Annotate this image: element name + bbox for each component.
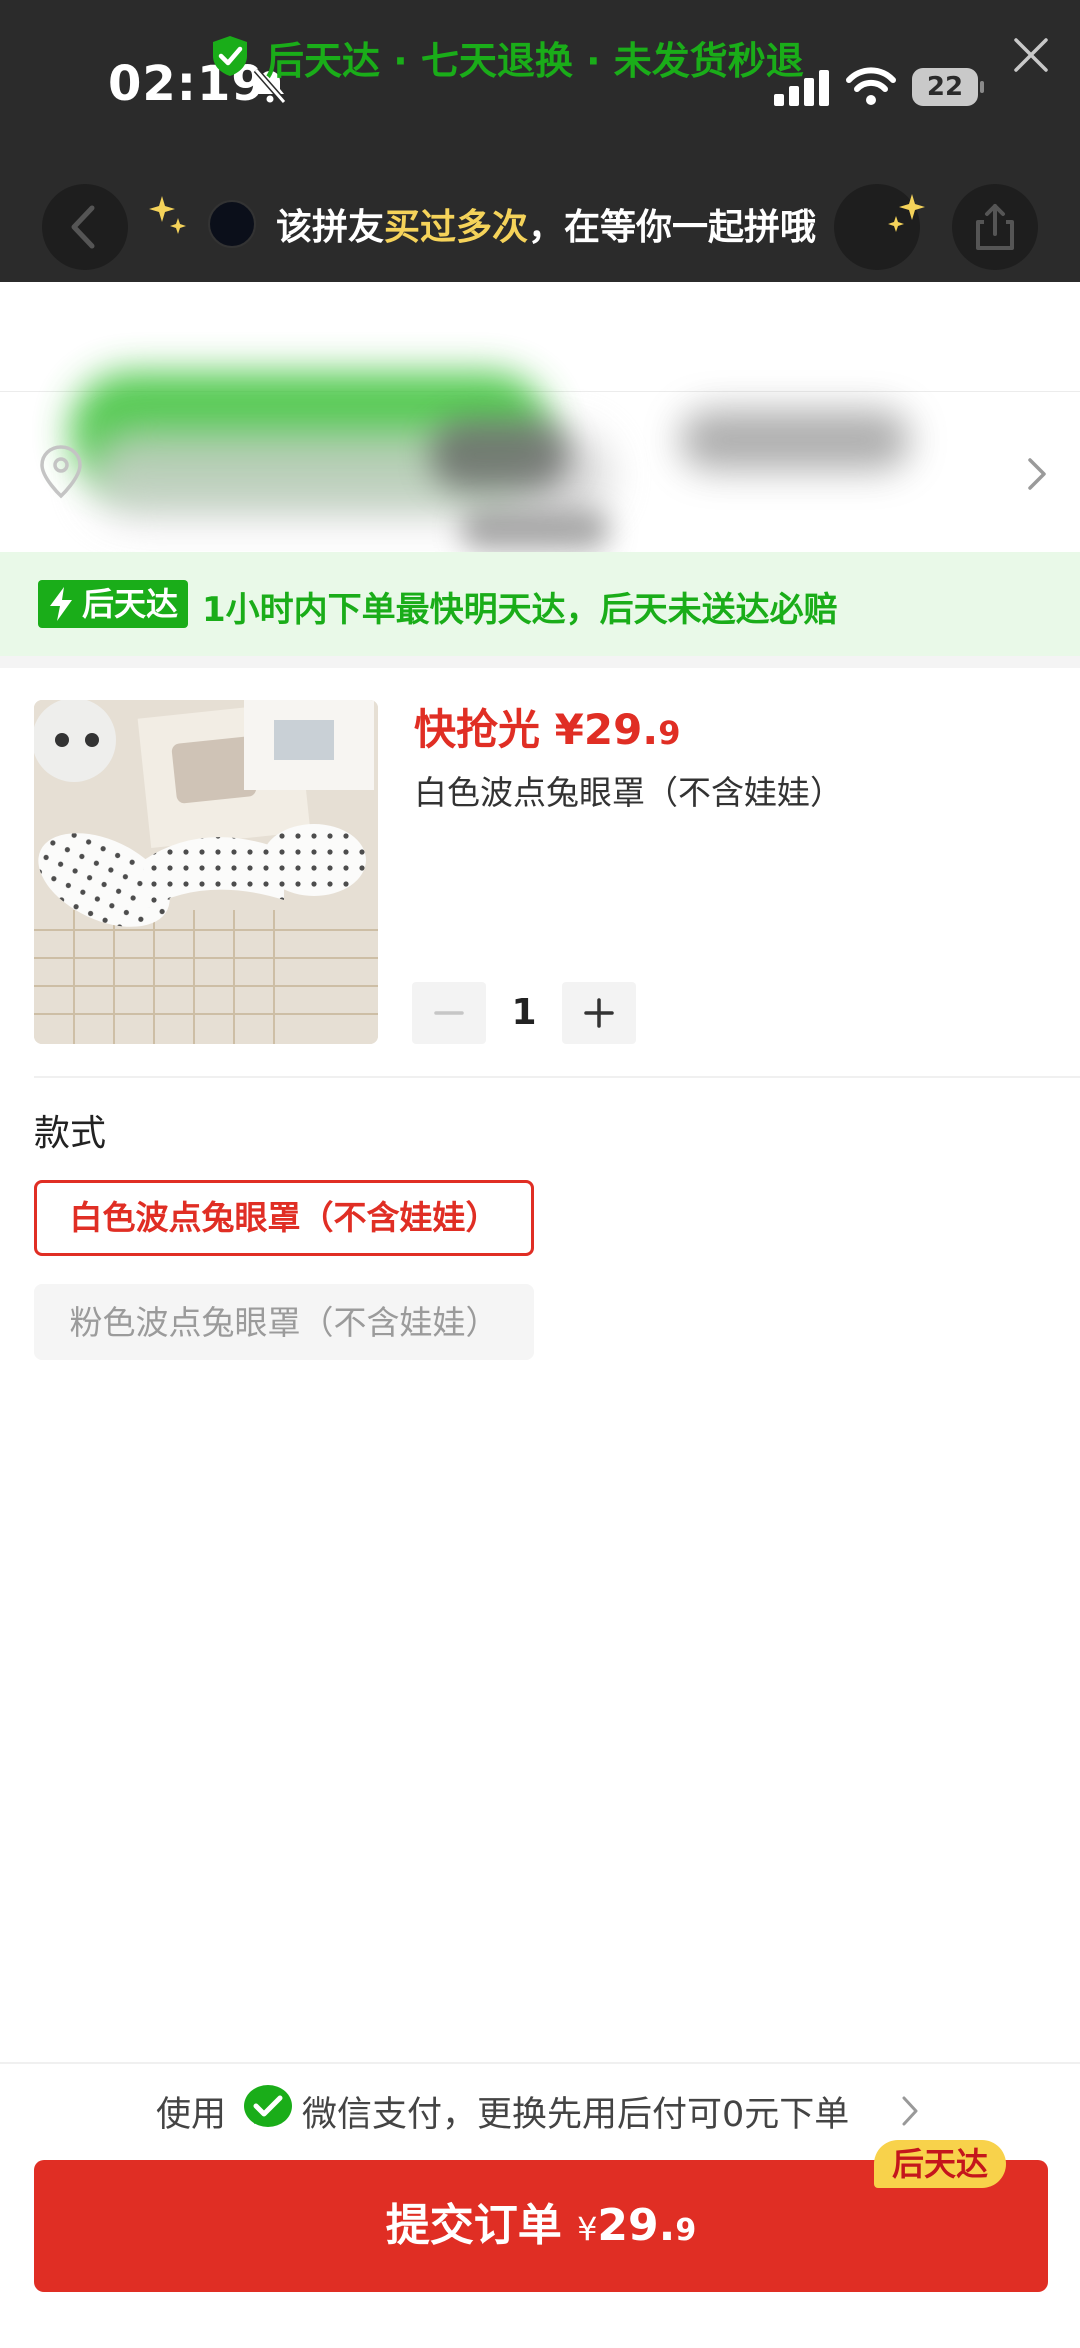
chevron-right-icon[interactable] xyxy=(1022,454,1052,494)
delivery-badge: 后天达 xyxy=(38,580,189,628)
share-button[interactable] xyxy=(952,184,1038,270)
sparkle-icon xyxy=(149,196,186,234)
section-divider xyxy=(34,1076,1080,1078)
guarantee-text: 后天达 · 七天退换 · 未发货秒退 xyxy=(266,39,804,83)
quantity-increase-button[interactable] xyxy=(562,982,636,1044)
style-option-pink[interactable]: 粉色波点兔眼罩（不含娃娃） xyxy=(34,1284,534,1360)
product-photo xyxy=(34,700,378,1044)
style-label: 款式 xyxy=(34,1113,107,1154)
product-name: 白色波点兔眼罩（不含娃娃） xyxy=(414,773,843,812)
payment-prefix: 使用 xyxy=(156,2095,227,2135)
buyer-avatar xyxy=(208,200,256,248)
lightning-icon xyxy=(50,587,72,621)
address-redaction xyxy=(460,510,610,550)
payment-text: 微信支付，更换先用后付可0元下单 xyxy=(302,2095,850,2135)
share-icon xyxy=(976,204,1014,250)
delivery-badge: 后天达 xyxy=(874,2140,1007,2188)
wifi-icon xyxy=(846,67,896,105)
battery-level: 22 xyxy=(926,72,964,102)
location-pin-icon xyxy=(40,445,82,499)
wechat-pay-icon xyxy=(244,2085,292,2127)
close-icon[interactable] xyxy=(1010,34,1052,76)
bottom-divider xyxy=(0,2062,1080,2064)
section-divider xyxy=(0,656,1080,668)
battery-indicator: 22 xyxy=(912,68,984,106)
delivery-text: 1小时内下单最快明天达，后天未送达必赔 xyxy=(202,590,838,630)
back-button[interactable] xyxy=(42,184,128,270)
shield-check-icon xyxy=(213,36,247,76)
chevron-right-icon xyxy=(902,2096,918,2126)
buyer-message: 该拼友买过多次，在等你一起拼哦 xyxy=(276,207,817,248)
chevron-left-icon xyxy=(71,205,95,249)
minus-icon xyxy=(434,1011,464,1015)
address-redaction xyxy=(680,410,910,470)
style-option-white[interactable]: 白色波点兔眼罩（不含娃娃） xyxy=(34,1180,534,1256)
sparkle-icon xyxy=(888,194,925,232)
quantity-value[interactable]: 1 xyxy=(486,982,562,1044)
product-image[interactable] xyxy=(34,700,378,1044)
plus-icon xyxy=(584,998,614,1028)
product-price: 快抢光 ¥29.9 xyxy=(414,705,681,754)
address-redaction xyxy=(430,420,570,490)
quantity-decrease-button[interactable] xyxy=(412,982,486,1044)
